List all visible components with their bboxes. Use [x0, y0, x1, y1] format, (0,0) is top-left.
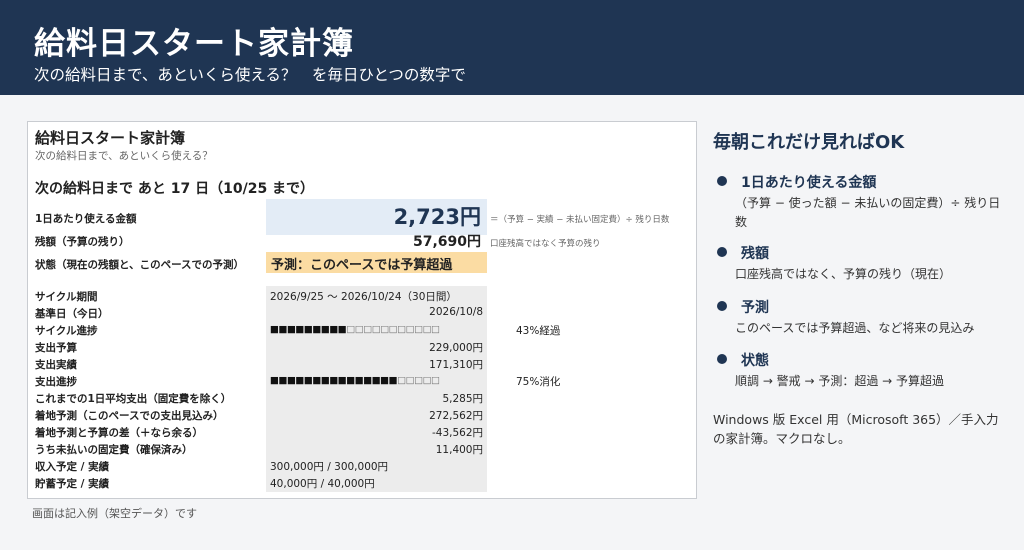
feature-item-status: 状態	[717, 350, 769, 370]
bullet-dot-icon	[717, 301, 727, 311]
feature-item-remaining: 残額	[717, 243, 769, 263]
cycle-progress-label: サイクル進捗	[35, 325, 98, 337]
daily-amount-label: 1日あたり使える金額	[35, 213, 137, 225]
base-date-label: 基準日（今日）	[35, 308, 109, 320]
feature-desc-remaining: 口座残高ではなく、予算の残り（現在）	[735, 267, 952, 281]
savings-value[interactable]: 40,000円 / 40,000円	[270, 476, 375, 491]
daily-formula-note: ＝（予算 − 実績 − 未払い固定費）÷ 残り日数	[490, 215, 670, 225]
platform-note: Windows 版 Excel 用（Microsoft 365）／手入力の家計簿…	[713, 412, 999, 446]
budget-label: 支出予算	[35, 342, 77, 354]
forecast-diff-label: 着地予測と予算の差（＋なら余る）	[35, 427, 203, 439]
base-date-value[interactable]: 2026/10/8	[429, 306, 483, 318]
unpaid-fixed-label: うち未払いの固定費（確保済み）	[35, 444, 193, 456]
remaining-note: 口座残高ではなく予算の残り	[490, 239, 601, 249]
feature-item-forecast: 予測	[717, 297, 769, 317]
cycle-period-value[interactable]: 2026/9/25 〜 2026/10/24（30日間）	[270, 289, 457, 304]
sample-caption: 画面は記入例（架空データ）です	[32, 507, 197, 520]
feature-desc-forecast: このペースでは予算超過、など将来の見込み	[735, 321, 975, 335]
avg-daily-value[interactable]: 5,285円	[442, 391, 483, 406]
feature-item-daily: 1日あたり使える金額	[717, 172, 876, 192]
sheet-title: 給料日スタート家計簿	[35, 129, 186, 147]
bullet-dot-icon	[717, 354, 727, 364]
bullet-dot-icon	[717, 247, 727, 257]
spreadsheet-preview: 給料日スタート家計簿 次の給料日まで、あといくら使える？ 次の給料日まで あと …	[27, 121, 697, 499]
savings-label: 貯蓄予定 / 実績	[35, 478, 110, 490]
income-label: 収入予定 / 実績	[35, 461, 110, 473]
feature-heading: 毎朝これだけ見ればOK	[713, 132, 905, 153]
banner-title: 給料日スタート家計簿	[34, 26, 354, 62]
budget-value[interactable]: 229,000円	[429, 340, 483, 355]
feature-desc-status: 順調 → 警戒 → 予測：超過 → 予算超過	[735, 374, 945, 388]
header-banner: 給料日スタート家計簿 次の給料日まで、あといくら使える？ を毎日ひとつの数字で	[0, 0, 1024, 95]
actual-value[interactable]: 171,310円	[429, 357, 483, 372]
remaining-label: 残額（予算の残り）	[35, 236, 130, 248]
spend-progress-pct: 75%消化	[516, 376, 561, 388]
cycle-progress-bar: ■■■■■■■■■□□□□□□□□□□□	[270, 324, 440, 335]
banner-subtitle: 次の給料日まで、あといくら使える？ を毎日ひとつの数字で	[34, 66, 466, 84]
bullet-dot-icon	[717, 176, 727, 186]
detail-values: 2026/9/25 〜 2026/10/24（30日間） 2026/10/8 ■…	[266, 286, 560, 492]
unpaid-fixed-value[interactable]: 11,400円	[436, 442, 483, 457]
cycle-period-label: サイクル期間	[35, 291, 98, 303]
feature-desc-daily: （予算 − 使った額 − 未払いの固定費）÷ 残り日数	[735, 196, 1001, 229]
status-label: 状態（現在の残額と、このペースでの予測）	[35, 259, 245, 271]
payday-countdown: 次の給料日まで あと 17 日（10/25 まで）	[35, 181, 315, 197]
spend-progress-label: 支出進捗	[35, 376, 77, 388]
forecast-label: 着地予測（このペースでの支出見込み）	[35, 410, 224, 422]
status-cell[interactable]: 予測：このペースでは予算超過	[266, 252, 487, 273]
actual-label: 支出実績	[35, 359, 77, 371]
sheet-subtitle: 次の給料日まで、あといくら使える？	[35, 150, 213, 162]
avg-daily-label: これまでの1日平均支出（固定費を除く）	[35, 393, 232, 405]
forecast-diff-value[interactable]: -43,562円	[432, 425, 483, 440]
cycle-progress-pct: 43%経過	[516, 325, 561, 337]
remaining-value[interactable]: 57,690円	[266, 231, 487, 251]
forecast-value[interactable]: 272,562円	[429, 408, 483, 423]
status-value: 予測：このペースでは予算超過	[271, 258, 453, 273]
daily-amount-value: 2,723円	[393, 205, 481, 229]
daily-amount-cell[interactable]: 2,723円	[266, 199, 487, 235]
income-value[interactable]: 300,000円 / 300,000円	[270, 459, 388, 474]
spend-progress-bar: ■■■■■■■■■■■■■■■□□□□□	[270, 375, 440, 386]
